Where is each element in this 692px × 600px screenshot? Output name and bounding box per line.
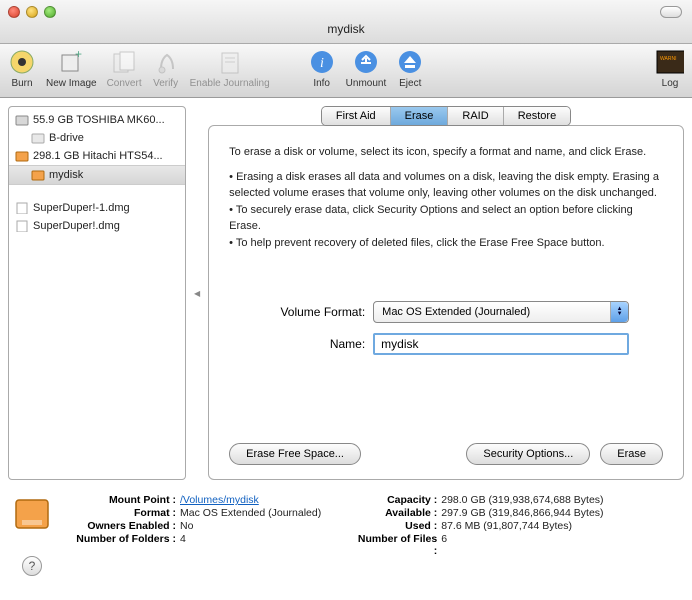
erase-panel: To erase a disk or volume, select its ic… — [208, 125, 684, 480]
window-title: mydisk — [0, 0, 692, 36]
burn-button[interactable]: Burn — [8, 48, 36, 89]
toolbar: Burn + New Image Convert Verify Enable J… — [0, 44, 692, 98]
used-value: 87.6 MB (91,807,744 Bytes) — [441, 520, 572, 532]
capacity-value: 298.0 GB (319,938,674,688 Bytes) — [441, 494, 603, 506]
log-button[interactable]: WARNI Log — [656, 48, 684, 89]
convert-icon — [110, 48, 138, 76]
eject-icon — [396, 48, 424, 76]
volume-icon — [31, 132, 45, 144]
volume-format-label: Volume Format: — [229, 305, 365, 319]
dmg-icon — [15, 220, 29, 232]
enable-journaling-button[interactable]: Enable Journaling — [190, 48, 270, 89]
dmg-icon — [15, 202, 29, 214]
minimize-window-button[interactable] — [26, 6, 38, 18]
new-image-button[interactable]: + New Image — [46, 48, 97, 89]
erase-bullet-1: • Erasing a disk erases all data and vol… — [229, 169, 663, 202]
volume-name-input[interactable] — [373, 333, 629, 355]
svg-text:WARNI: WARNI — [660, 56, 676, 62]
sidebar-volume-mydisk[interactable]: mydisk — [9, 165, 185, 185]
convert-button[interactable]: Convert — [107, 48, 142, 89]
select-arrows-icon: ▲▼ — [610, 302, 628, 322]
log-icon: WARNI — [656, 48, 684, 76]
verify-button[interactable]: Verify — [152, 48, 180, 89]
unmount-icon — [352, 48, 380, 76]
sidebar-volume-bdrive[interactable]: B-drive — [9, 129, 185, 147]
verify-icon — [152, 48, 180, 76]
mount-point-link[interactable]: /Volumes/mydisk — [180, 494, 259, 506]
toolbar-toggle-button[interactable] — [660, 6, 682, 18]
erase-free-space-button[interactable]: Erase Free Space... — [229, 443, 361, 465]
volume-icon — [31, 169, 45, 181]
eject-button[interactable]: Eject — [396, 48, 424, 89]
volume-name-label: Name: — [229, 337, 365, 351]
mount-point-label: Mount Point : — [66, 494, 176, 506]
volume-format-select[interactable]: Mac OS Extended (Journaled) ▲▼ — [373, 301, 629, 323]
available-label: Available : — [357, 507, 437, 519]
tab-first-aid[interactable]: First Aid — [322, 107, 391, 125]
selected-volume-icon — [12, 494, 52, 534]
folders-value: 4 — [180, 533, 186, 545]
zoom-window-button[interactable] — [44, 6, 56, 18]
info-button[interactable]: i Info — [308, 48, 336, 89]
erase-bullet-2: • To securely erase data, click Security… — [229, 202, 663, 235]
capacity-label: Capacity : — [357, 494, 437, 506]
info-icon: i — [308, 48, 336, 76]
journaling-icon — [216, 48, 244, 76]
format-label: Format : — [66, 507, 176, 519]
burn-icon — [8, 48, 36, 76]
external-hdd-icon — [15, 150, 29, 162]
available-value: 297.9 GB (319,846,866,944 Bytes) — [441, 507, 603, 519]
unmount-button[interactable]: Unmount — [346, 48, 387, 89]
help-button[interactable]: ? — [22, 556, 42, 576]
disk-list-sidebar: 55.9 GB TOSHIBA MK60... B-drive 298.1 GB… — [8, 106, 186, 480]
folders-label: Number of Folders : — [66, 533, 176, 545]
svg-text:+: + — [75, 49, 82, 61]
tab-raid[interactable]: RAID — [448, 107, 503, 125]
close-window-button[interactable] — [8, 6, 20, 18]
sidebar-resize-handle[interactable]: ◀ — [194, 106, 200, 480]
internal-hdd-icon — [15, 114, 29, 126]
format-value: Mac OS Extended (Journaled) — [180, 507, 321, 519]
sidebar-image-sd1[interactable]: SuperDuper!-1.dmg — [9, 199, 185, 217]
svg-text:i: i — [320, 56, 324, 71]
erase-bullet-3: • To help prevent recovery of deleted fi… — [229, 235, 663, 252]
sidebar-disk-hitachi[interactable]: 298.1 GB Hitachi HTS54... — [9, 147, 185, 165]
tab-restore[interactable]: Restore — [504, 107, 571, 125]
sidebar-image-sd2[interactable]: SuperDuper!.dmg — [9, 217, 185, 235]
tab-erase[interactable]: Erase — [391, 107, 449, 125]
used-label: Used : — [357, 520, 437, 532]
erase-button[interactable]: Erase — [600, 443, 663, 465]
erase-intro: To erase a disk or volume, select its ic… — [229, 144, 663, 161]
security-options-button[interactable]: Security Options... — [466, 443, 590, 465]
owners-label: Owners Enabled : — [66, 520, 176, 532]
files-label: Number of Files : — [357, 533, 437, 557]
sidebar-disk-toshiba[interactable]: 55.9 GB TOSHIBA MK60... — [9, 111, 185, 129]
files-value: 6 — [441, 533, 447, 557]
new-image-icon: + — [57, 48, 85, 76]
owners-value: No — [180, 520, 193, 532]
